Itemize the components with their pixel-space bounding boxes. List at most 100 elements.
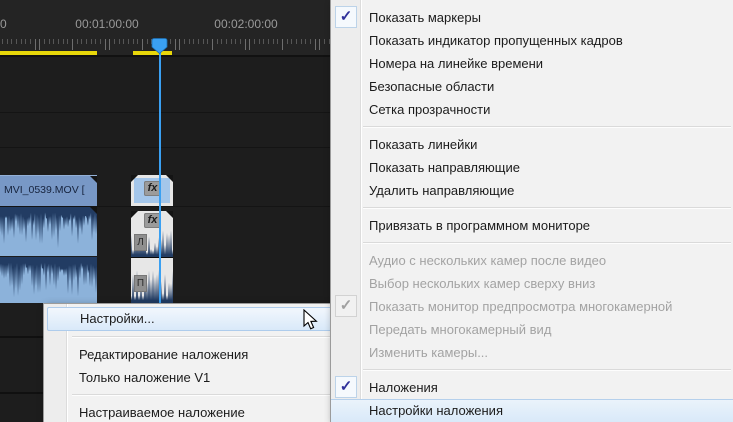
- channel-left-badge: Л: [134, 234, 147, 251]
- ruler-tick: [263, 39, 265, 44]
- menu-item-label: Привязать в программном мониторе: [369, 218, 591, 233]
- menu-item-удалить-направляющие[interactable]: Удалить направляющие: [331, 179, 733, 202]
- selected-video-clip[interactable]: fx: [131, 175, 173, 206]
- ruler-tick: [179, 39, 181, 50]
- ruler-tick: [104, 39, 106, 50]
- checkmark-icon: ✓: [335, 6, 357, 28]
- clip-corner-fold: [131, 211, 138, 218]
- ruler-tick: [48, 39, 50, 44]
- menu-item-номера-на-линейке-времени[interactable]: Номера на линейке времени: [331, 52, 733, 75]
- menu-item-наложения[interactable]: ✓ Наложения: [331, 376, 733, 399]
- ruler-tick: [226, 39, 227, 44]
- ruler-tick: [30, 39, 31, 44]
- video-clip-mvi0539[interactable]: MVI_0539.MOV [: [0, 175, 97, 206]
- menu-item-label: Безопасные области: [369, 79, 495, 94]
- ruler-tick: [249, 39, 251, 50]
- ruler-tick: [235, 39, 237, 44]
- ruler-tick: [128, 39, 129, 44]
- ruler-tick: [230, 39, 232, 44]
- ruler-tick: [272, 39, 274, 44]
- menu-item-label: Изменить камеры...: [369, 345, 489, 360]
- menu-item-сетка-прозрачности[interactable]: Сетка прозрачности: [331, 98, 733, 121]
- menu-item-аудио-с-нескольких-камер-после-видео[interactable]: Аудио с нескольких камер после видео: [331, 249, 733, 272]
- ruler-tick: [53, 39, 55, 44]
- ruler-tick: [291, 39, 293, 44]
- menu-item-label: Номера на линейке времени: [369, 56, 544, 71]
- ruler-tick: [72, 39, 73, 50]
- ruler-tick: [118, 39, 120, 44]
- menu-item-показать-направляющие[interactable]: Показать направляющие: [331, 156, 733, 179]
- menu-item-безопасные-области[interactable]: Безопасные области: [331, 75, 733, 98]
- menu-item-label: Наложения: [369, 380, 438, 395]
- ruler-tick: [137, 39, 139, 44]
- track-divider: [0, 336, 44, 338]
- menu-item-показать-монитор-предпросмотра-многокамерной[interactable]: ✓ Показать монитор предпросмотра многокам…: [331, 295, 733, 318]
- checkmark-icon: ✓: [335, 376, 357, 398]
- menu-item-label: Показать направляющие: [369, 160, 520, 175]
- audio-waveform: [0, 207, 97, 249]
- menu-item-показать-индикатор-пропущенных-кадров[interactable]: Показать индикатор пропущенных кадров: [331, 29, 733, 52]
- ruler-tick: [146, 39, 148, 44]
- menu-separator: [331, 237, 733, 249]
- ruler-tick: [254, 39, 255, 44]
- menu-item-настройки[interactable]: Настройки...: [47, 307, 334, 331]
- menu-item-показать-маркеры[interactable]: ✓ Показать маркеры: [331, 6, 733, 29]
- audio-waveform: [0, 257, 97, 298]
- menu-separator-line: [72, 336, 335, 337]
- menu-item-label: Аудио с нескольких камер после видео: [369, 253, 607, 268]
- ruler-tick: [240, 39, 241, 44]
- menu-separator: [44, 389, 337, 401]
- ruler-tick: [324, 39, 325, 44]
- ruler-tick: [20, 39, 22, 44]
- ruler-timecode: 00:02:00:00: [214, 17, 278, 31]
- ruler-tick: [44, 39, 45, 44]
- menu-item-label: Настраиваемое наложение: [79, 405, 245, 420]
- render-bar: [0, 51, 97, 55]
- ruler-tick: [305, 39, 307, 44]
- menu-item-label: Выбор нескольких камер сверху вниз: [369, 276, 596, 291]
- menu-item-label: Показать индикатор пропущенных кадров: [369, 33, 623, 48]
- menu-item-label: Настройки...: [80, 311, 155, 326]
- menu-item-настраиваемое-наложение[interactable]: Настраиваемое наложение: [44, 401, 337, 422]
- audio-clip-a2[interactable]: [0, 257, 97, 303]
- ruler-tick: [11, 39, 13, 44]
- menu-item-показать-линейки[interactable]: Показать линейки: [331, 133, 733, 156]
- menu-item-привязать-в-программном-мониторе[interactable]: Привязать в программном мониторе: [331, 214, 733, 237]
- audio-clip-a1[interactable]: [0, 207, 97, 256]
- clip-corner-fold: [90, 176, 97, 183]
- menu-item-изменить-камеры[interactable]: Изменить камеры...: [331, 341, 733, 364]
- ruler-timecode: 0: [0, 17, 7, 31]
- ruler-tick: [76, 39, 78, 44]
- ruler-tick: [198, 39, 199, 44]
- playhead-handle[interactable]: [151, 38, 168, 54]
- ruler-tick: [184, 39, 185, 44]
- ruler-tick: [310, 39, 311, 44]
- selected-audio-clip-right[interactable]: П: [131, 258, 174, 303]
- ruler-tick: [193, 39, 195, 44]
- menu-item-label: Удалить направляющие: [369, 183, 515, 198]
- playhead-line: [159, 49, 161, 303]
- ruler-tick: [188, 39, 190, 44]
- ruler-tick: [2, 39, 3, 44]
- menu-item-выбор-нескольких-камер-сверху-вниз[interactable]: Выбор нескольких камер сверху вниз: [331, 272, 733, 295]
- ruler-tick: [16, 39, 17, 44]
- audio-channel-divider: [131, 257, 173, 258]
- clip-corner-fold: [131, 175, 138, 182]
- menu-separator: [331, 121, 733, 133]
- selected-audio-clip-left[interactable]: fx Л: [131, 211, 174, 257]
- menu-item-label: Сетка прозрачности: [369, 102, 491, 117]
- menu-item-только-наложение-v1[interactable]: Только наложение V1: [44, 366, 337, 389]
- menu-item-редактирование-наложения[interactable]: Редактирование наложения: [44, 343, 337, 366]
- ruler-tick: [114, 39, 115, 44]
- ruler-tick: [34, 39, 36, 50]
- menu-item-настройки-наложения[interactable]: Настройки наложения: [331, 399, 733, 422]
- ruler-tick: [170, 39, 171, 44]
- checkmark-icon: ✓: [335, 295, 357, 317]
- menu-separator-line: [363, 126, 731, 127]
- ruler-tick: [81, 39, 83, 44]
- menu-separator-line: [363, 207, 731, 208]
- clip-context-menu: Настройки... Редактирование наложения Толь…: [43, 303, 338, 422]
- menu-item-label: Редактирование наложения: [79, 347, 249, 362]
- menu-item-передать-многокамерный-вид[interactable]: Передать многокамерный вид: [331, 318, 733, 341]
- ruler-tick: [216, 39, 218, 44]
